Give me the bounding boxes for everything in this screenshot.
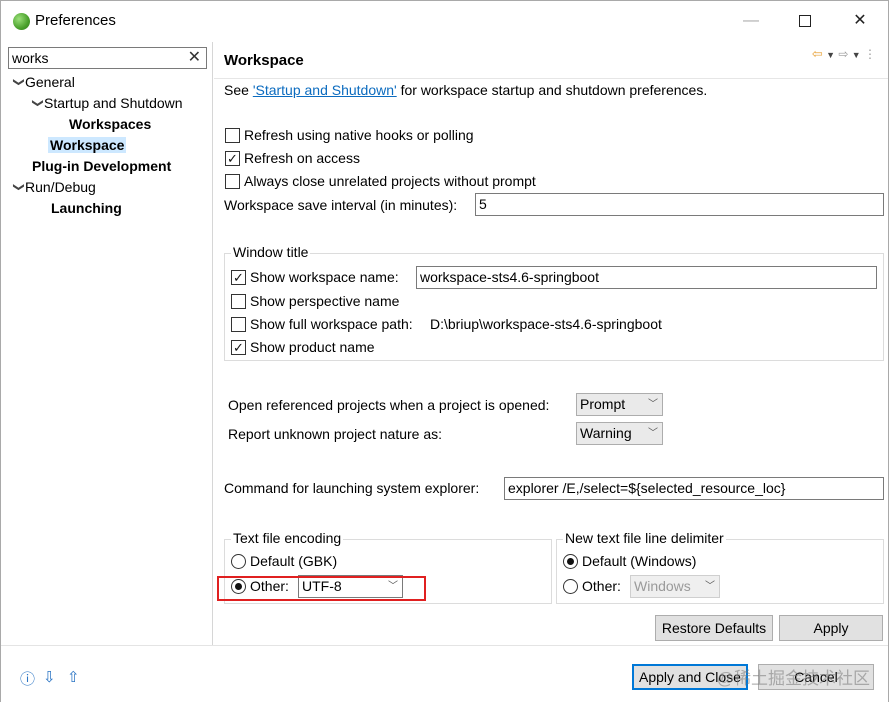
- delimiter-other-label: Other:: [582, 578, 621, 594]
- title-bar: Preferences — ✕: [1, 1, 888, 41]
- maximize-button[interactable]: [782, 1, 828, 41]
- line-delimiter-group: New text file line delimiter: [556, 530, 884, 604]
- full-path-value: D:\briup\workspace-sts4.6-springboot: [430, 316, 662, 332]
- show-product-name-label: Show product name: [250, 339, 375, 355]
- chevron-down-icon: ﹀: [648, 399, 658, 410]
- tree-label: Launching: [51, 200, 122, 216]
- tree-item-startup-and-shutdown[interactable]: ❯Startup and Shutdown: [30, 93, 183, 116]
- chevron-down-icon: ﹀: [648, 428, 658, 439]
- line-delimiter-legend: New text file line delimiter: [563, 530, 726, 546]
- show-product-name-checkbox[interactable]: ✓: [231, 340, 246, 355]
- refresh-access-checkbox[interactable]: ✓: [225, 151, 240, 166]
- highlight-box: [217, 576, 426, 601]
- save-interval-input[interactable]: 5: [475, 193, 884, 216]
- unknown-nature-value: Warning: [580, 425, 632, 441]
- startup-shutdown-link[interactable]: 'Startup and Shutdown': [253, 82, 397, 98]
- workspace-name-input[interactable]: workspace-sts4.6-springboot: [416, 266, 877, 289]
- apply-button[interactable]: Apply: [779, 615, 883, 641]
- view-menu-icon[interactable]: ⋮: [864, 47, 876, 61]
- open-referenced-value: Prompt: [580, 396, 626, 412]
- dialog-footer: ⓘ ⇩ ⇧ Apply and Close Cancel @稀土掘金技术社区: [1, 645, 888, 702]
- minimize-icon: —: [743, 12, 759, 29]
- always-close-checkbox[interactable]: [225, 174, 240, 189]
- refresh-native-label: Refresh using native hooks or polling: [244, 127, 474, 143]
- forward-arrow-icon[interactable]: ⇨: [838, 47, 848, 61]
- tree-label: General: [25, 74, 75, 90]
- close-button[interactable]: ✕: [837, 1, 883, 41]
- export-icon[interactable]: ⇧: [67, 668, 80, 686]
- clear-filter-icon[interactable]: ✕: [188, 48, 201, 68]
- window-title-legend: Window title: [231, 244, 311, 260]
- close-icon: ✕: [853, 12, 867, 29]
- maximize-icon: [799, 14, 811, 27]
- tree-label: Plug-in Development: [32, 158, 172, 174]
- text-encoding-legend: Text file encoding: [231, 530, 344, 546]
- watermark: @稀土掘金技术社区: [716, 669, 870, 688]
- preference-page: Workspace ⇦ ▼ ⇨ ▼ ⋮ See 'Startup and Shu…: [214, 42, 888, 645]
- tree-item-workspaces[interactable]: Workspaces: [69, 114, 151, 135]
- filter-field[interactable]: ✕: [8, 47, 207, 69]
- show-perspective-checkbox[interactable]: [231, 294, 246, 309]
- back-menu-icon[interactable]: ▼: [826, 50, 835, 60]
- encoding-default-radio[interactable]: [231, 554, 246, 569]
- always-close-label: Always close unrelated projects without …: [244, 173, 536, 189]
- delimiter-default-label: Default (Windows): [582, 553, 697, 569]
- tree-label: Run/Debug: [25, 179, 96, 195]
- unknown-nature-select[interactable]: Warning ﹀: [576, 422, 663, 445]
- preferences-window: Preferences — ✕ ✕ ❯General ❯Startup and …: [0, 0, 889, 702]
- tree-item-plugin-development[interactable]: Plug-in Development: [32, 156, 171, 177]
- restore-defaults-button[interactable]: Restore Defaults: [655, 615, 773, 641]
- save-interval-label: Workspace save interval (in minutes):: [224, 197, 458, 213]
- tree-item-general[interactable]: ❯General: [11, 72, 75, 95]
- refresh-native-checkbox[interactable]: [225, 128, 240, 143]
- tree-label: Startup and Shutdown: [44, 95, 183, 111]
- command-label: Command for launching system explorer:: [224, 480, 480, 496]
- window-title: Preferences: [35, 12, 116, 29]
- title-divider: [214, 78, 888, 79]
- refresh-access-label: Refresh on access: [244, 150, 360, 166]
- chevron-down-icon: ﹀: [705, 581, 715, 592]
- tree-item-workspace[interactable]: Workspace: [48, 135, 127, 156]
- preference-tree-pane: ✕ ❯General ❯Startup and Shutdown Workspa…: [1, 42, 213, 645]
- tree-label: Workspaces: [69, 116, 152, 132]
- show-perspective-label: Show perspective name: [250, 293, 400, 309]
- tree-item-launching[interactable]: Launching: [51, 198, 122, 219]
- minimize-button[interactable]: —: [728, 1, 774, 41]
- see-suffix: for workspace startup and shutdown prefe…: [396, 82, 708, 98]
- tree-label: Workspace: [48, 137, 127, 153]
- show-full-path-label: Show full workspace path:: [250, 316, 413, 332]
- back-arrow-icon[interactable]: ⇦: [812, 46, 823, 61]
- show-workspace-name-checkbox[interactable]: ✓: [231, 270, 246, 285]
- show-full-path-checkbox[interactable]: [231, 317, 246, 332]
- import-icon[interactable]: ⇩: [43, 668, 56, 686]
- chevron-down-icon[interactable]: ❯: [8, 78, 29, 92]
- spring-app-icon: [13, 13, 30, 30]
- open-referenced-label: Open referenced projects when a project …: [228, 397, 550, 413]
- tree-item-run-debug[interactable]: ❯Run/Debug: [11, 177, 96, 200]
- delimiter-other-select[interactable]: Windows ﹀: [630, 575, 720, 598]
- page-navigation: ⇦ ▼ ⇨ ▼ ⋮: [812, 46, 876, 62]
- page-title: Workspace: [224, 52, 304, 69]
- show-workspace-name-label: Show workspace name:: [250, 269, 399, 285]
- delimiter-default-radio[interactable]: [563, 554, 578, 569]
- question-icon[interactable]: ⓘ: [20, 668, 35, 689]
- delimiter-other-value: Windows: [634, 578, 691, 594]
- command-input[interactable]: explorer /E,/select=${selected_resource_…: [504, 477, 884, 500]
- filter-input[interactable]: [9, 48, 179, 68]
- encoding-default-label: Default (GBK): [250, 553, 338, 569]
- forward-menu-icon[interactable]: ▼: [852, 50, 861, 60]
- chevron-down-icon[interactable]: ❯: [27, 99, 48, 113]
- delimiter-other-radio[interactable]: [563, 579, 578, 594]
- chevron-down-icon[interactable]: ❯: [8, 183, 29, 197]
- see-prefix: See: [224, 82, 253, 98]
- unknown-nature-label: Report unknown project nature as:: [228, 426, 443, 442]
- see-startup-text: See 'Startup and Shutdown' for workspace…: [224, 82, 707, 98]
- open-referenced-select[interactable]: Prompt ﹀: [576, 393, 663, 416]
